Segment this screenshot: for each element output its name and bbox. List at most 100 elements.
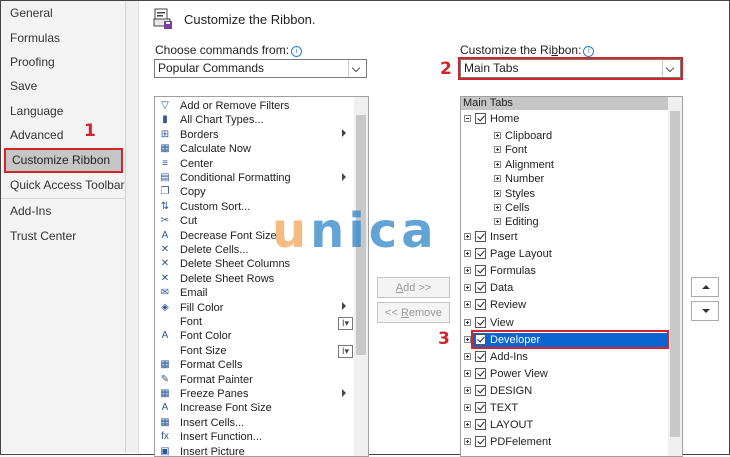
tree-tab-item[interactable]: DESIGN [461, 383, 666, 399]
insert-cells-icon: ▦ [160, 416, 170, 428]
checkbox-checked-icon[interactable] [475, 248, 486, 260]
tree-tab-item[interactable]: Page Layout [461, 246, 666, 262]
tree-group-item[interactable]: Editing [461, 214, 666, 230]
checkbox-checked-icon[interactable] [475, 316, 486, 328]
chart-icon: ▮ [162, 114, 168, 126]
expand-icon[interactable] [494, 189, 501, 197]
remove-button[interactable]: << Remove [377, 302, 450, 323]
move-up-button[interactable] [691, 277, 719, 297]
nav-customize-ribbon[interactable]: Customize Ribbon [4, 148, 123, 173]
expand-icon[interactable] [494, 218, 501, 226]
tree-tab-item[interactable]: PDFelement [461, 434, 666, 450]
triangle-up-icon [702, 285, 710, 289]
checkbox-checked-icon[interactable] [475, 265, 486, 277]
expand-icon[interactable] [464, 335, 471, 343]
font-color-icon: A [161, 330, 169, 342]
checkbox-checked-icon[interactable] [475, 384, 486, 396]
nav-save[interactable]: Save [10, 76, 37, 96]
freeze-panes-icon: ▦ [160, 388, 170, 399]
tree-tab-home[interactable]: Home [461, 111, 666, 127]
chevron-down-icon[interactable] [348, 60, 366, 77]
checkbox-checked-icon[interactable] [475, 113, 486, 124]
collapse-icon[interactable] [464, 115, 471, 122]
tree-tab-item[interactable]: Insert [461, 229, 666, 245]
insert-picture-icon: ▣ [160, 445, 170, 457]
checkbox-checked-icon[interactable] [475, 367, 486, 379]
checkbox-checked-icon[interactable] [475, 350, 486, 362]
expand-icon[interactable] [464, 421, 471, 429]
highlight-box [471, 330, 669, 349]
expand-icon[interactable] [464, 352, 471, 360]
expand-icon[interactable] [494, 204, 501, 211]
info-icon[interactable]: i [583, 46, 595, 57]
tree-tab-item[interactable]: Formulas [461, 263, 666, 279]
tree-tab-item[interactable]: Add-Ins [461, 349, 666, 365]
move-down-button[interactable] [691, 301, 719, 321]
command-label: Freeze Panes [180, 388, 249, 400]
tree-tab-item[interactable]: LAYOUT [461, 417, 666, 433]
increase-font-icon: A [161, 402, 169, 414]
checkbox-checked-icon[interactable] [475, 419, 486, 431]
nav-formulas[interactable]: Formulas [10, 28, 60, 48]
page-title: Customize the Ribbon. [184, 12, 316, 27]
checkbox-checked-icon[interactable] [475, 282, 486, 294]
tree-tab-item[interactable]: Review [461, 297, 666, 313]
fill-color-icon: ◈ [161, 301, 169, 313]
checkbox-checked-icon[interactable] [475, 299, 486, 311]
add-button[interactable]: Add >> [377, 277, 450, 298]
unica-watermark: unica [272, 203, 438, 259]
nav-language[interactable]: Language [10, 101, 63, 121]
expand-icon[interactable] [464, 369, 471, 377]
nav-advanced[interactable]: Advanced [10, 125, 63, 145]
expand-icon[interactable] [464, 267, 471, 275]
command-label: Format Cells [180, 359, 243, 372]
step-marker-2: 2 [440, 59, 452, 79]
choose-commands-label: Choose commands from: i [155, 43, 303, 57]
nav-general[interactable]: General [10, 3, 53, 23]
expand-icon[interactable] [464, 318, 471, 326]
nav-quick-access-toolbar[interactable]: Quick Access Toolbar [10, 175, 125, 195]
expand-icon[interactable] [464, 386, 471, 394]
command-label: Format Painter [180, 373, 253, 386]
checkbox-checked-icon[interactable] [475, 402, 486, 413]
commands-scrollbar[interactable] [354, 97, 368, 456]
expand-icon[interactable] [464, 284, 471, 292]
command-label: Decrease Font Size [180, 229, 277, 242]
checkbox-checked-icon[interactable] [475, 231, 486, 242]
tree-label: Page Layout [490, 248, 552, 261]
command-label: Custom Sort... [180, 200, 251, 213]
tree-tab-item[interactable]: TEXT [461, 400, 666, 416]
expand-icon[interactable] [464, 404, 471, 411]
tabs-scrollbar[interactable] [668, 97, 682, 456]
tree-tab-item[interactable]: Power View [461, 366, 666, 382]
tree-tab-item[interactable]: View [461, 315, 666, 331]
nav-trust-center[interactable]: Trust Center [10, 226, 76, 246]
tree-label: PDFelement [490, 436, 552, 449]
tree-label: Data [490, 282, 514, 295]
checkbox-checked-icon[interactable] [475, 436, 486, 448]
expand-icon[interactable] [494, 132, 501, 139]
nav-add-ins[interactable]: Add-Ins [10, 201, 51, 221]
choose-commands-combo[interactable]: Popular Commands [154, 59, 367, 78]
commands-list[interactable]: ▽ Add or Remove Filters ▮ All Chart Types..… [154, 96, 369, 457]
expand-icon[interactable] [494, 160, 501, 168]
page-scrollbar[interactable] [126, 1, 139, 453]
expand-icon[interactable] [494, 146, 501, 154]
expand-icon[interactable] [494, 175, 501, 183]
expand-icon[interactable] [464, 250, 471, 258]
info-icon[interactable]: i [291, 46, 303, 57]
nav-proofing[interactable]: Proofing [10, 52, 55, 72]
command-label: Add or Remove Filters [180, 100, 290, 112]
expand-icon[interactable] [464, 233, 471, 240]
command-label: Insert Cells... [180, 416, 245, 429]
ribbon-tabs-tree[interactable]: Main Tabs Home Clipboard Font Alignment Numb… [460, 96, 683, 457]
options-nav: General Formulas Proofing Save Language … [1, 1, 126, 453]
tree-tab-item[interactable]: Data [461, 280, 666, 296]
tree-label: Insert [490, 231, 518, 243]
tree-label: Formulas [490, 265, 536, 278]
tree-label: Add-Ins [490, 350, 528, 363]
format-painter-icon: ✎ [160, 373, 170, 385]
expand-icon[interactable] [464, 438, 471, 446]
sort-icon: ⇅ [160, 200, 170, 212]
expand-icon[interactable] [464, 301, 471, 309]
